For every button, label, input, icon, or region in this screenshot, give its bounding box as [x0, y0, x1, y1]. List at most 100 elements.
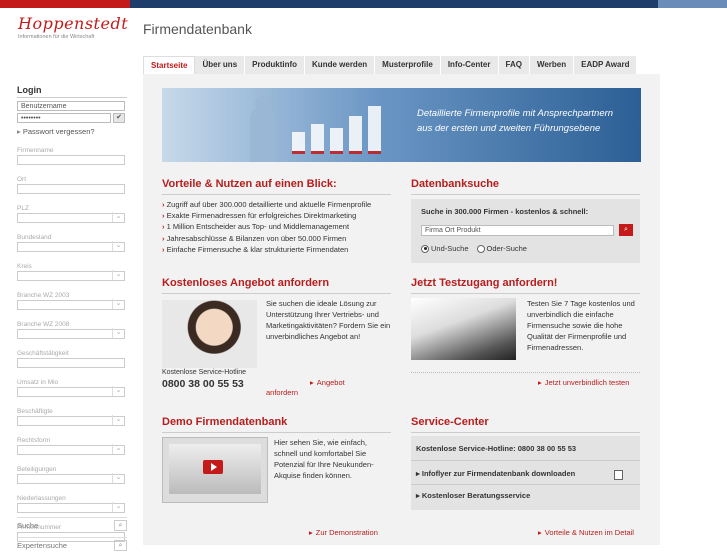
demo-link-label: Zur Demonstration	[315, 528, 378, 537]
list-item: Einfache Firmensuche & klar strukturiert…	[162, 244, 392, 255]
banner-line-2: aus der ersten und zweiten Führungsebene	[417, 123, 601, 134]
infoflyer-link[interactable]: Infoflyer zur Firmendatenbank downloaden	[416, 469, 575, 478]
sidebar-bottom-nav: Suche ⌕ Expertensuche ⌕	[17, 517, 127, 557]
main-nav-tabs: Startseite Über uns Produktinfo Kunde we…	[143, 56, 638, 74]
top-color-bar	[0, 0, 727, 8]
divider	[411, 372, 640, 373]
login-title: Login	[17, 85, 127, 98]
kreis-select[interactable]	[17, 270, 125, 281]
tab-info-center[interactable]: Info-Center	[440, 56, 499, 74]
play-icon[interactable]	[203, 460, 223, 474]
arrow-right-icon: ▸	[538, 378, 542, 387]
page-title: Firmendatenbank	[143, 21, 252, 37]
divider	[411, 484, 640, 485]
testzugang-link-label: Jetzt unverbindlich testen	[544, 378, 630, 387]
angebot-link-label: Angebot anfordern	[266, 378, 345, 397]
umsatz-select[interactable]	[17, 386, 125, 397]
vorteile-heading: Vorteile & Nutzen auf einen Blick:	[162, 178, 337, 190]
testzugang-text: Testen Sie 7 Tage kostenlos und unverbin…	[527, 299, 635, 352]
field-label-wz2008: Branche WZ 2008	[17, 321, 70, 328]
tab-produktinfo[interactable]: Produktinfo	[245, 56, 306, 74]
expert-search-icon: ⌕	[114, 539, 127, 551]
pdf-download-icon[interactable]	[614, 470, 623, 480]
tab-ueber-uns[interactable]: Über uns	[195, 56, 246, 74]
angebot-heading: Kostenloses Angebot anfordern	[162, 277, 330, 289]
password-input[interactable]: ••••••••	[17, 113, 111, 123]
service-agent-photo	[162, 300, 257, 368]
field-label-wz2003: Branche WZ 2003	[17, 292, 70, 299]
field-label-niederlassungen: Niederlassungen	[17, 495, 66, 502]
field-label-geschaeftstaetigkeit: Geschäftstätigkeit	[17, 350, 69, 357]
oder-suche-label: Oder-Suche	[486, 244, 527, 253]
field-label-bundesland: Bundesland	[17, 234, 52, 241]
vorteile-list: Zugriff auf über 300.000 detaillierte un…	[162, 199, 392, 255]
field-label-firmenname: Firmenname	[17, 147, 54, 154]
banner-text: Detaillierte Firmenprofile mit Ansprechp…	[417, 106, 627, 136]
demo-video-thumbnail[interactable]	[162, 437, 268, 503]
service-center-box: Kostenlose Service-Hotline: 0800 38 00 5…	[411, 436, 640, 510]
logo[interactable]: Hoppenstedt Informationen für die Wirtsc…	[18, 14, 128, 40]
datenbanksuche-box: Suche in 300.000 Firmen - kostenlos & sc…	[411, 199, 640, 263]
divider	[411, 194, 640, 195]
hotline-number: 0800 38 00 55 53	[162, 378, 244, 390]
field-label-beschaeftigte: Beschäftigte	[17, 408, 53, 415]
arrow-right-icon: ▸	[309, 528, 313, 537]
list-item: Jahresabschlüsse & Bilanzen von über 50.…	[162, 233, 392, 244]
geschaeftstaetigkeit-input[interactable]	[17, 358, 125, 368]
datenbanksuche-subtitle: Suche in 300.000 Firmen - kostenlos & sc…	[421, 207, 589, 216]
company-search-input[interactable]: Firma Ort Produkt	[421, 225, 614, 236]
divider	[162, 194, 391, 195]
hero-banner: Detaillierte Firmenprofile mit Ansprechp…	[162, 88, 641, 162]
businessman-silhouette	[250, 96, 274, 162]
tab-werben[interactable]: Werben	[529, 56, 575, 74]
niederlassungen-select[interactable]	[17, 502, 125, 513]
bundesland-select[interactable]	[17, 241, 125, 252]
field-label-beteiligungen: Beteiligungen	[17, 466, 57, 473]
username-input[interactable]: Benutzername	[17, 101, 125, 111]
field-label-plz: PLZ	[17, 205, 29, 212]
angebot-text: Sie suchen die ideale Lösung zur Unterst…	[266, 299, 391, 341]
service-detail-link[interactable]: ▸ Vorteile & Nutzen im Detail	[538, 528, 634, 537]
datenbanksuche-heading: Datenbanksuche	[411, 178, 500, 190]
check-icon[interactable]: ✔	[113, 113, 125, 123]
search-icon[interactable]: ⌕	[619, 224, 633, 236]
divider	[411, 293, 640, 294]
divider	[411, 432, 640, 433]
firmenname-input[interactable]	[17, 155, 125, 165]
field-label-umsatz: Umsatz in Mio	[17, 379, 59, 386]
demo-link[interactable]: ▸ Zur Demonstration	[309, 528, 378, 537]
beschaeftigte-select[interactable]	[17, 415, 125, 426]
beratungsservice-link[interactable]: Kostenloser Beratungsservice	[416, 491, 530, 500]
expertensuche-label: Expertensuche	[17, 540, 68, 550]
ort-input[interactable]	[17, 184, 125, 194]
field-label-ort: Ort	[17, 176, 27, 183]
tab-eadp-award[interactable]: EADP Award	[574, 56, 638, 74]
plz-select[interactable]	[17, 212, 125, 223]
expertensuche-button[interactable]: Expertensuche ⌕	[17, 537, 127, 551]
radio-unselected-icon	[476, 244, 485, 253]
demo-text: Hier sehen Sie, wie einfach, schnell und…	[274, 438, 374, 480]
logo-tagline: Informationen für die Wirtschaft	[18, 34, 95, 40]
wz2003-select[interactable]	[17, 299, 125, 310]
search-icon: ⌕	[114, 519, 127, 531]
und-suche-radio[interactable]: Und-Suche	[421, 244, 469, 253]
testzugang-link[interactable]: ▸ Jetzt unverbindlich testen	[538, 378, 629, 387]
oder-suche-radio[interactable]: Oder-Suche	[476, 244, 527, 253]
arrow-right-icon: ▸	[538, 528, 542, 537]
und-suche-label: Und-Suche	[431, 244, 469, 253]
rechtsform-select[interactable]	[17, 444, 125, 455]
sidebar: Login Benutzername •••••••• ✔ Passwort v…	[17, 85, 127, 542]
suche-button[interactable]: Suche ⌕	[17, 517, 127, 531]
list-item: Exakte Firmenadressen für erfolgreiches …	[162, 210, 392, 221]
tab-startseite[interactable]: Startseite	[143, 56, 196, 74]
divider	[162, 432, 391, 433]
keyboard-photo	[411, 298, 516, 360]
tab-musterprofile[interactable]: Musterprofile	[375, 56, 441, 74]
beteiligungen-select[interactable]	[17, 473, 125, 484]
tab-faq[interactable]: FAQ	[498, 56, 530, 74]
tab-kunde-werden[interactable]: Kunde werden	[305, 56, 376, 74]
angebot-anfordern-link[interactable]: ▸ Angebot anfordern	[266, 378, 351, 398]
forgot-password-link[interactable]: Passwort vergessen?	[17, 127, 127, 136]
wz2008-select[interactable]	[17, 328, 125, 339]
service-hotline: Kostenlose Service-Hotline: 0800 38 00 5…	[416, 444, 577, 453]
